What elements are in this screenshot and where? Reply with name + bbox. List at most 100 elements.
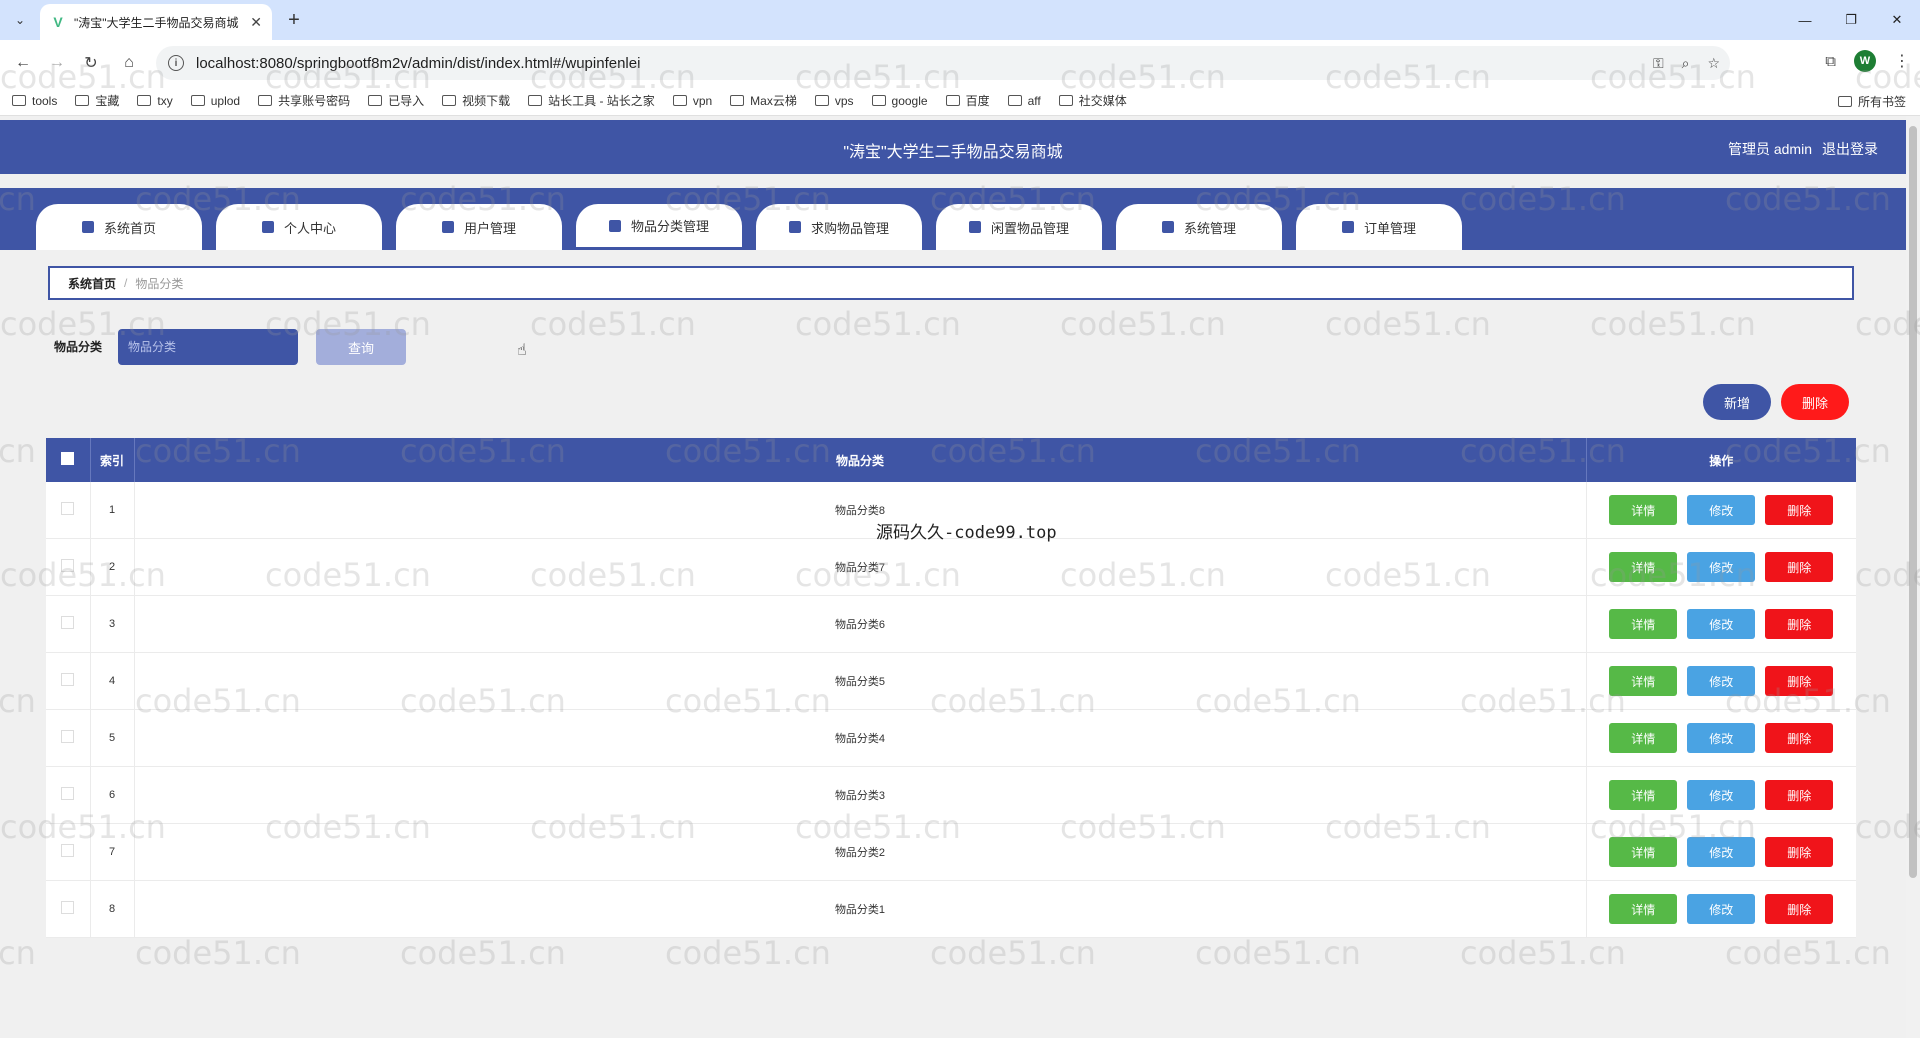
menu-tab-6[interactable]: 闲置物品管理 xyxy=(936,204,1102,250)
menu-tab-5[interactable]: 求购物品管理 xyxy=(756,204,922,250)
profile-avatar[interactable]: W xyxy=(1854,50,1876,72)
bookmark-item[interactable]: google xyxy=(871,94,928,108)
row-checkbox[interactable] xyxy=(61,502,75,515)
row-select-cell[interactable] xyxy=(46,880,91,938)
row-checkbox[interactable] xyxy=(61,787,75,800)
row-checkbox[interactable] xyxy=(61,559,75,572)
edit-button[interactable]: 修改 xyxy=(1687,552,1756,582)
delete-button[interactable]: 删除 xyxy=(1765,666,1834,696)
restore-icon[interactable]: ❐ xyxy=(1828,0,1874,40)
delete-button[interactable]: 删除 xyxy=(1765,552,1834,582)
bookmark-item[interactable]: uplod xyxy=(190,94,240,108)
detail-button[interactable]: 详情 xyxy=(1609,780,1678,810)
detail-button[interactable]: 详情 xyxy=(1609,837,1678,867)
menu-tab-2[interactable]: 个人中心 xyxy=(216,204,382,250)
zoom-icon[interactable]: ⌕ xyxy=(1682,55,1690,72)
delete-button[interactable]: 删除 xyxy=(1765,609,1834,639)
reload-icon[interactable]: ↻ xyxy=(78,50,104,76)
edit-button[interactable]: 修改 xyxy=(1687,894,1756,924)
batch-delete-button[interactable]: 删除 xyxy=(1781,384,1849,420)
delete-button[interactable]: 删除 xyxy=(1765,723,1834,753)
bookmark-item[interactable]: vpn xyxy=(672,94,712,108)
detail-button[interactable]: 详情 xyxy=(1609,666,1678,696)
bookmark-item[interactable]: 社交媒体 xyxy=(1058,92,1127,109)
home-browser-icon[interactable]: ⌂ xyxy=(116,50,142,76)
bookmark-item[interactable]: 百度 xyxy=(945,92,990,109)
url-text[interactable]: localhost:8080/springbootf8m2v/admin/dis… xyxy=(196,55,640,72)
detail-button[interactable]: 详情 xyxy=(1609,723,1678,753)
row-select-cell[interactable] xyxy=(46,823,91,881)
bookmark-item[interactable]: aff xyxy=(1007,94,1041,108)
row-checkbox[interactable] xyxy=(61,730,75,743)
tab-search-button[interactable]: ⌄ xyxy=(8,8,32,32)
bookmark-item[interactable]: txy xyxy=(137,94,173,108)
row-select-cell[interactable] xyxy=(46,766,91,824)
bookmark-item[interactable]: 共享账号密码 xyxy=(258,92,350,109)
close-tab-icon[interactable]: ✕ xyxy=(250,14,262,31)
detail-button[interactable]: 详情 xyxy=(1609,552,1678,582)
row-checkbox[interactable] xyxy=(61,901,75,914)
bookmark-star-icon[interactable]: ☆ xyxy=(1707,55,1720,72)
minimize-icon[interactable]: — xyxy=(1782,0,1828,40)
select-all-header[interactable] xyxy=(46,438,91,482)
row-select-cell[interactable] xyxy=(46,595,91,653)
password-key-icon[interactable]: ⚿ xyxy=(1653,55,1664,72)
row-checkbox[interactable] xyxy=(61,616,75,629)
bookmark-item[interactable]: 视频下载 xyxy=(442,92,510,109)
site-info-icon[interactable]: i xyxy=(168,55,184,71)
delete-button[interactable]: 删除 xyxy=(1765,780,1834,810)
edit-button[interactable]: 修改 xyxy=(1687,837,1756,867)
extensions-icon[interactable]: ⧉ xyxy=(1825,53,1836,70)
select-all-checkbox[interactable] xyxy=(61,452,75,465)
bookmark-item[interactable]: 宝藏 xyxy=(75,92,119,109)
new-tab-button[interactable]: + xyxy=(282,8,306,32)
back-icon[interactable]: ← xyxy=(10,50,36,76)
detail-button[interactable]: 详情 xyxy=(1609,609,1678,639)
menu-tab-7[interactable]: 系统管理 xyxy=(1116,204,1282,250)
delete-button[interactable]: 删除 xyxy=(1765,894,1834,924)
bookmark-item[interactable]: 站长工具 - 站长之家 xyxy=(528,92,655,109)
search-button[interactable]: 查询 xyxy=(316,329,406,365)
delete-button[interactable]: 删除 xyxy=(1765,837,1834,867)
menu-tab-1[interactable]: 系统首页 xyxy=(36,204,202,250)
folder-icon xyxy=(368,95,383,106)
breadcrumb-home[interactable]: 系统首页 xyxy=(68,275,116,292)
bookmark-item[interactable]: vps xyxy=(814,94,854,108)
edit-button[interactable]: 修改 xyxy=(1687,780,1756,810)
folder-icon xyxy=(730,95,745,106)
main-menu: 系统首页 个人中心 用户管理 物品分类管理 求购物品管理 闲置物品管理 系统管理 订单管理 xyxy=(0,188,1906,250)
detail-button[interactable]: 详情 xyxy=(1609,894,1678,924)
scroll-thumb[interactable] xyxy=(1909,126,1917,878)
edit-button[interactable]: 修改 xyxy=(1687,495,1756,525)
edit-button[interactable]: 修改 xyxy=(1687,723,1756,753)
row-checkbox[interactable] xyxy=(61,844,75,857)
row-select-cell[interactable] xyxy=(46,652,91,710)
delete-button[interactable]: 删除 xyxy=(1765,495,1834,525)
breadcrumb: 系统首页 / 物品分类 xyxy=(48,266,1854,300)
category-search-input[interactable] xyxy=(118,329,298,365)
row-checkbox[interactable] xyxy=(61,673,75,686)
close-window-icon[interactable]: ✕ xyxy=(1874,0,1920,40)
row-select-cell[interactable] xyxy=(46,538,91,596)
menu-tab-4[interactable]: 物品分类管理 xyxy=(576,204,742,250)
logout-link[interactable]: 退出登录 xyxy=(1822,139,1878,159)
edit-button[interactable]: 修改 xyxy=(1687,609,1756,639)
all-bookmarks[interactable]: 所有书签 xyxy=(1837,93,1906,110)
address-bar[interactable]: i localhost:8080/springbootf8m2v/admin/d… xyxy=(156,46,1730,80)
forward-icon[interactable]: → xyxy=(44,50,70,76)
page-scrollbar[interactable] xyxy=(1906,116,1920,1038)
row-select-cell[interactable] xyxy=(46,709,91,767)
bookmark-item[interactable]: tools xyxy=(12,94,57,108)
row-select-cell[interactable] xyxy=(46,482,91,539)
menu-kebab-icon[interactable]: ⋮ xyxy=(1894,51,1910,71)
browser-tab[interactable]: V "涛宝"大学生二手物品交易商城 ✕ xyxy=(40,4,272,40)
menu-tab-8[interactable]: 订单管理 xyxy=(1296,204,1462,250)
bookmark-item[interactable]: Max云梯 xyxy=(730,92,797,109)
menu-tab-label: 系统首页 xyxy=(103,220,156,236)
detail-button[interactable]: 详情 xyxy=(1609,495,1678,525)
menu-tab-3[interactable]: 用户管理 xyxy=(396,204,562,250)
bookmark-item[interactable]: 已导入 xyxy=(368,92,424,109)
add-button[interactable]: 新增 xyxy=(1703,384,1771,420)
edit-button[interactable]: 修改 xyxy=(1687,666,1756,696)
folder-icon xyxy=(871,95,886,106)
